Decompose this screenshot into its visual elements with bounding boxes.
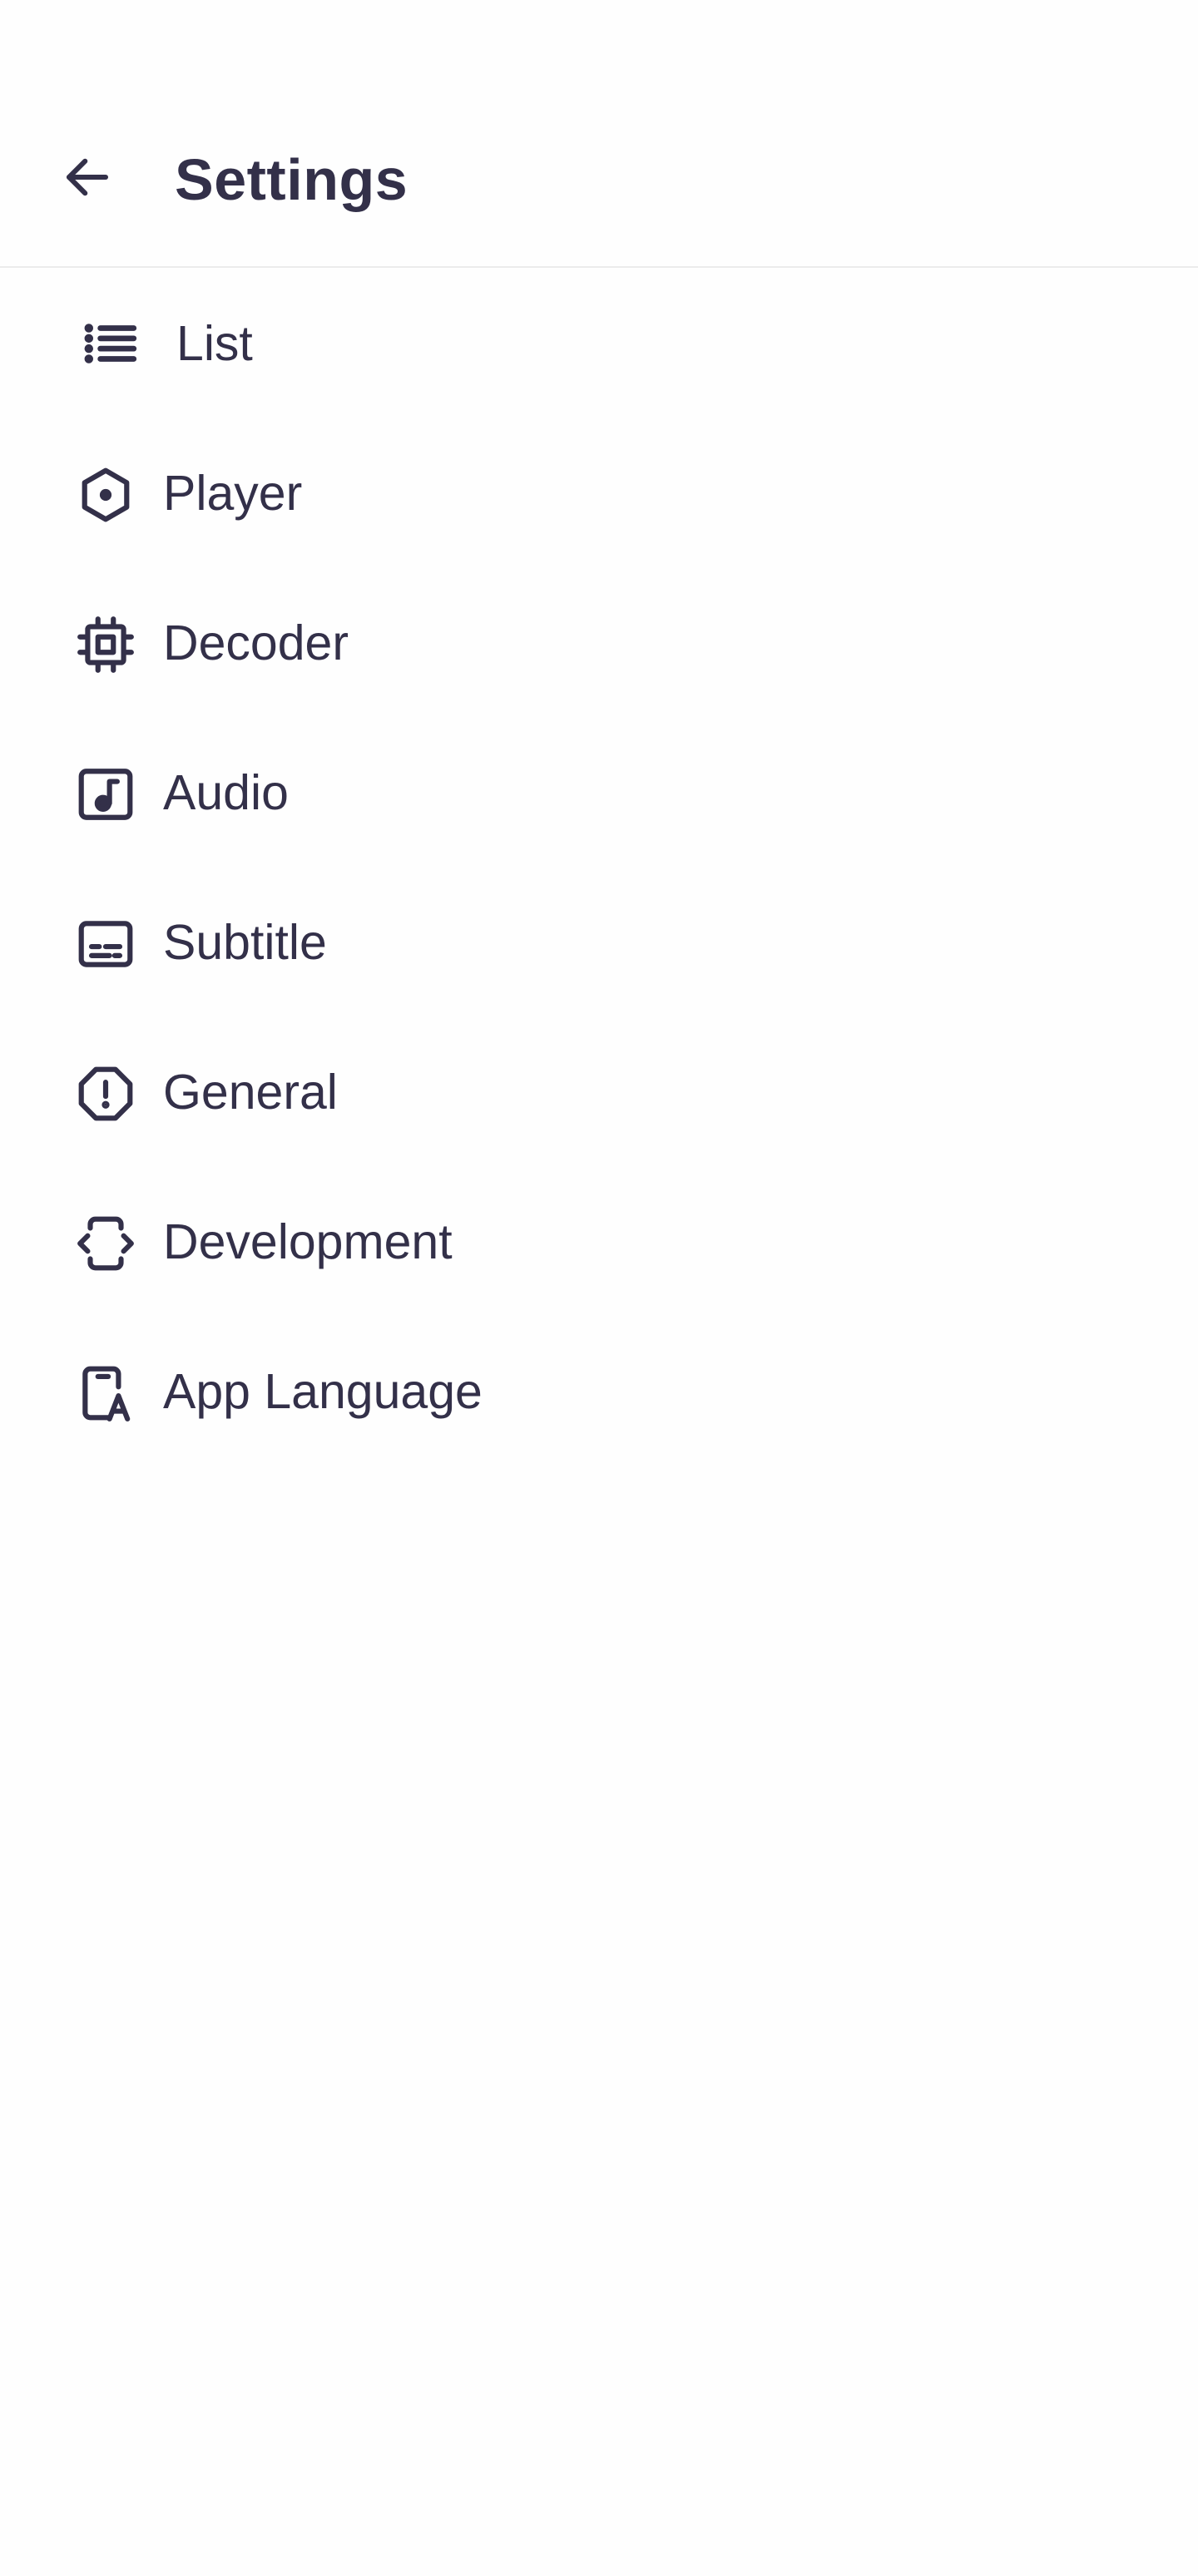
settings-item-label: Player: [163, 466, 303, 521]
settings-item-label: Development: [163, 1214, 453, 1269]
settings-item-label: General: [163, 1065, 338, 1120]
settings-item-decoder[interactable]: Decoder: [0, 567, 1198, 717]
settings-item-label: App Language: [163, 1364, 483, 1419]
settings-item-player[interactable]: Player: [0, 418, 1198, 567]
settings-list: List Player Decoder Audio Subtitle Gener…: [0, 268, 1198, 1466]
settings-item-general[interactable]: General: [0, 1016, 1198, 1166]
list-icon: [80, 313, 141, 374]
octagon-alert-icon: [75, 1063, 136, 1125]
back-button[interactable]: [50, 140, 125, 215]
music-note-box-icon: [75, 764, 136, 825]
code-device-icon: [75, 1213, 136, 1274]
settings-item-label: Subtitle: [163, 915, 327, 970]
subtitles-icon: [75, 913, 136, 975]
settings-item-label: Audio: [163, 765, 289, 820]
settings-item-list[interactable]: List: [0, 268, 1198, 418]
translate-device-icon: [75, 1362, 136, 1424]
cpu-chip-icon: [75, 614, 136, 675]
page-title: Settings: [175, 147, 408, 212]
settings-item-label: List: [176, 316, 253, 371]
settings-item-audio[interactable]: Audio: [0, 717, 1198, 867]
settings-item-subtitle[interactable]: Subtitle: [0, 867, 1198, 1016]
arrow-left-icon: [66, 158, 109, 196]
settings-item-app-language[interactable]: App Language: [0, 1316, 1198, 1466]
settings-item-development[interactable]: Development: [0, 1166, 1198, 1316]
settings-item-label: Decoder: [163, 616, 349, 670]
app-bar: Settings: [0, 0, 1198, 268]
hexagon-dot-icon: [75, 464, 136, 526]
